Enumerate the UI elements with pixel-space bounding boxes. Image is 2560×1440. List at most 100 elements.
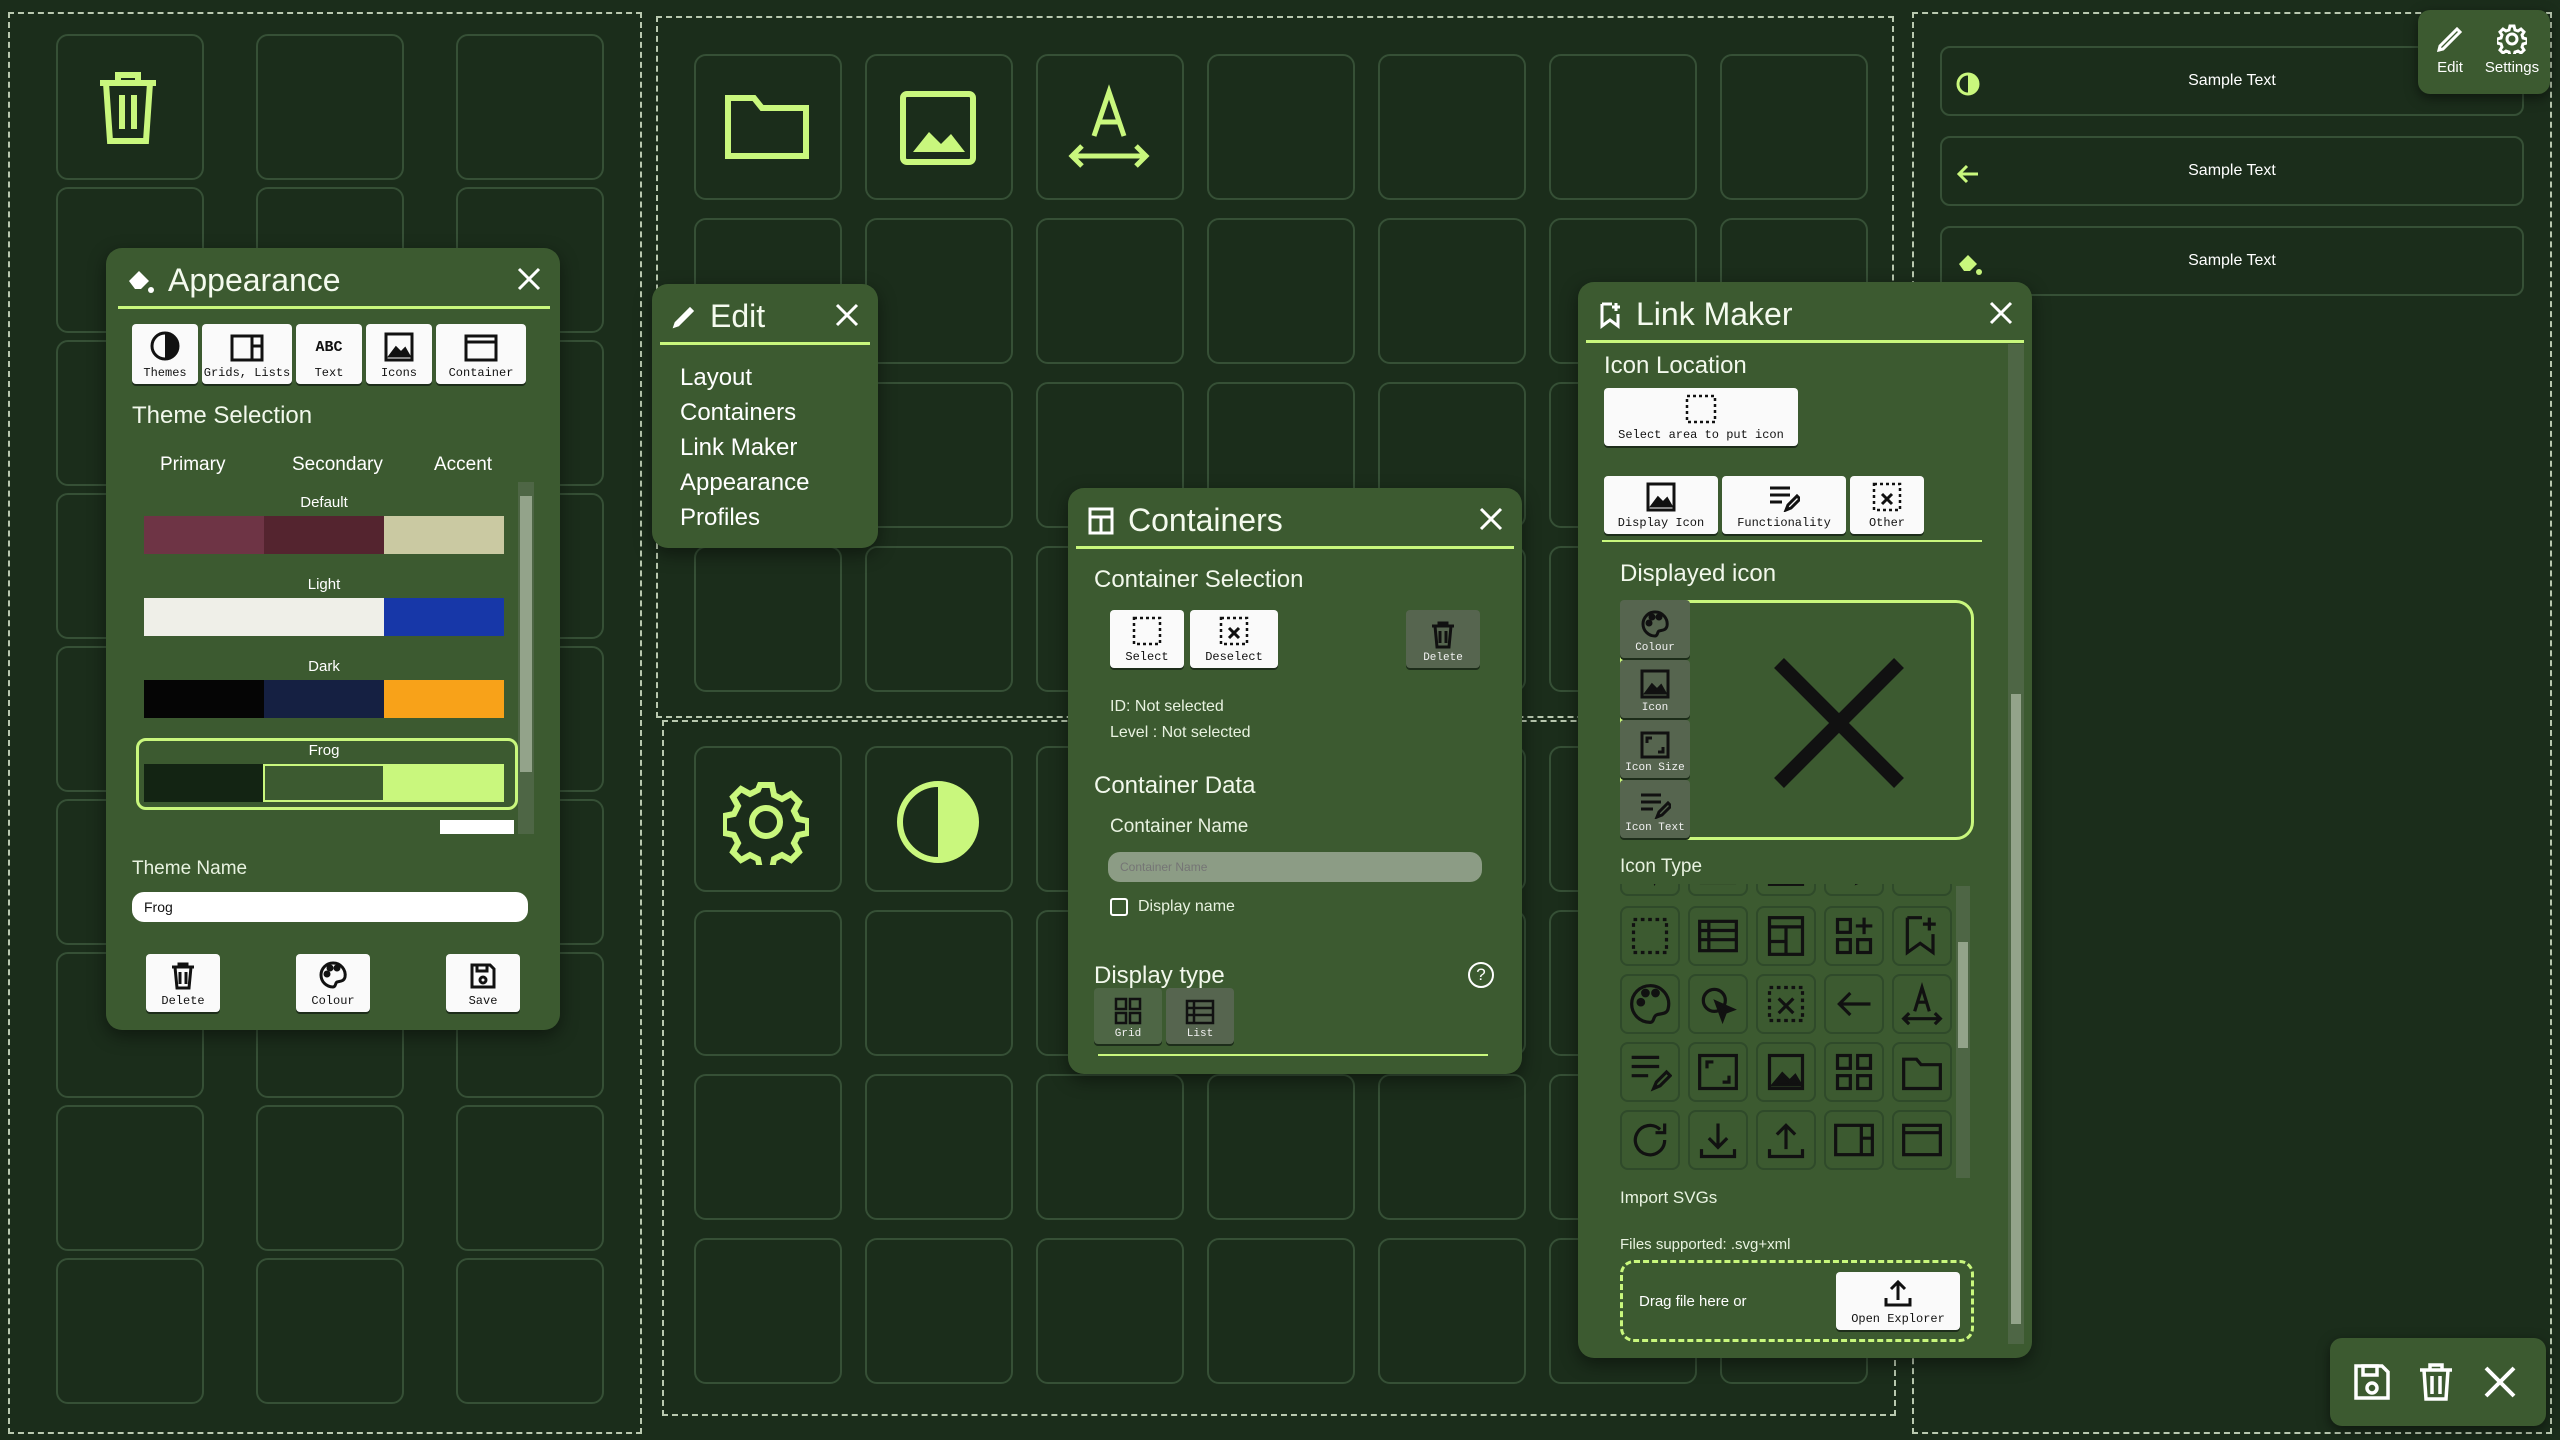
container-name-input[interactable] bbox=[1108, 852, 1482, 882]
tab-grids-lists[interactable]: Grids, Lists bbox=[202, 324, 292, 384]
window-icon bbox=[464, 334, 498, 362]
edit-button[interactable]: Edit bbox=[2428, 24, 2472, 76]
theme-list-scrollbar[interactable] bbox=[518, 482, 534, 834]
bookmark-add-icon-option[interactable] bbox=[1892, 906, 1952, 966]
trash-tile-icon[interactable] bbox=[92, 68, 164, 148]
image-tile-icon[interactable] bbox=[898, 88, 978, 168]
edit-text-icon-option[interactable] bbox=[1620, 1042, 1680, 1102]
grid-list-icon-option[interactable] bbox=[1824, 1110, 1884, 1170]
arrow-left-icon-option[interactable] bbox=[1824, 974, 1884, 1034]
tab-icons[interactable]: Icons bbox=[366, 324, 432, 384]
theme-dark[interactable] bbox=[144, 680, 504, 718]
image-icon-option[interactable] bbox=[1756, 1042, 1816, 1102]
menu-item-link-maker[interactable]: Link Maker bbox=[680, 430, 809, 465]
deselect-icon-option[interactable] bbox=[1756, 974, 1816, 1034]
gear-tile-icon[interactable] bbox=[722, 778, 810, 866]
pencil-icon bbox=[2436, 26, 2463, 53]
bottom-toolbar bbox=[2330, 1338, 2546, 1426]
tab-text[interactable]: ABC Text bbox=[296, 324, 362, 384]
list-icon-option[interactable] bbox=[1688, 906, 1748, 966]
theme-name: Dark bbox=[308, 658, 340, 675]
close-icon[interactable] bbox=[512, 262, 546, 296]
contrast-tile-icon[interactable] bbox=[894, 778, 982, 866]
save-theme-button[interactable]: Save bbox=[446, 954, 520, 1012]
download-icon-option[interactable] bbox=[1688, 1110, 1748, 1170]
grid-icon-option[interactable] bbox=[1824, 1042, 1884, 1102]
tab-label: Text bbox=[314, 366, 344, 380]
top-toolbar: Edit Settings bbox=[2418, 10, 2550, 94]
icon-option[interactable] bbox=[1892, 884, 1952, 896]
folder-icon-option[interactable] bbox=[1892, 1042, 1952, 1102]
folder-tile-icon[interactable] bbox=[724, 88, 810, 162]
section-heading: Container Selection bbox=[1094, 566, 1304, 593]
deselect-button[interactable]: Deselect bbox=[1190, 610, 1278, 668]
close-icon[interactable] bbox=[1984, 296, 2018, 330]
tab-display-icon[interactable]: Display Icon bbox=[1604, 476, 1718, 534]
close-icon[interactable] bbox=[830, 298, 864, 332]
icon-image-button[interactable]: Icon bbox=[1620, 660, 1690, 718]
icon-option[interactable] bbox=[1688, 884, 1748, 896]
tab-functionality[interactable]: Functionality bbox=[1722, 476, 1846, 534]
colour-theme-button[interactable]: Colour bbox=[296, 954, 370, 1012]
theme-name-input[interactable] bbox=[132, 892, 528, 922]
theme-frog[interactable] bbox=[144, 764, 505, 802]
delete-theme-button[interactable]: Delete bbox=[146, 954, 220, 1012]
text-size-icon-option[interactable] bbox=[1892, 974, 1952, 1034]
upload-icon-option[interactable] bbox=[1756, 1110, 1816, 1170]
close-icon[interactable] bbox=[1474, 502, 1508, 536]
icon-option[interactable] bbox=[1620, 884, 1680, 896]
button-label: Colour bbox=[1635, 642, 1675, 654]
trash-icon[interactable] bbox=[2416, 1362, 2456, 1407]
icon-grid-scrollbar[interactable] bbox=[1956, 886, 1970, 1178]
tab-other[interactable]: Other bbox=[1850, 476, 1924, 534]
icon-option[interactable] bbox=[1824, 884, 1884, 896]
resize-icon-option[interactable] bbox=[1688, 1042, 1748, 1102]
select-area-button[interactable]: Select area to put icon bbox=[1604, 388, 1798, 446]
display-name-checkbox[interactable] bbox=[1110, 898, 1128, 916]
palette-icon-option[interactable] bbox=[1620, 974, 1680, 1034]
menu-item-containers[interactable]: Containers bbox=[680, 395, 809, 430]
window-icon-option[interactable] bbox=[1892, 1110, 1952, 1170]
sample-row-2[interactable]: Sample Text bbox=[1940, 136, 2524, 206]
menu-item-layout[interactable]: Layout bbox=[680, 360, 809, 395]
link-maker-scrollbar[interactable] bbox=[2008, 344, 2024, 1344]
theme-default[interactable] bbox=[144, 516, 504, 554]
settings-button[interactable]: Settings bbox=[2480, 24, 2544, 76]
delete-container-button[interactable]: Delete bbox=[1406, 610, 1480, 668]
theme-light[interactable] bbox=[144, 598, 504, 636]
tab-container[interactable]: Container bbox=[436, 324, 526, 384]
container-icon-option[interactable] bbox=[1756, 906, 1816, 966]
menu-item-appearance[interactable]: Appearance bbox=[680, 465, 809, 500]
icon-type-heading: Icon Type bbox=[1620, 856, 1703, 877]
scroll-thumb[interactable] bbox=[520, 496, 532, 772]
theme-list-end-marker bbox=[440, 820, 514, 834]
save-icon[interactable] bbox=[2352, 1362, 2392, 1407]
open-explorer-button[interactable]: Open Explorer bbox=[1836, 1272, 1960, 1330]
scroll-thumb[interactable] bbox=[2011, 694, 2021, 1324]
icon-text-button[interactable]: Icon Text bbox=[1620, 780, 1690, 838]
appearance-tabs: Themes Grids, Lists ABC Text Icons Conta… bbox=[132, 324, 538, 384]
icon-type-grid bbox=[1620, 884, 1992, 1440]
cursor-icon-option[interactable] bbox=[1688, 974, 1748, 1034]
display-grid-button[interactable]: Grid bbox=[1094, 988, 1162, 1044]
text-size-tile-icon[interactable] bbox=[1066, 84, 1152, 170]
abc-icon: ABC bbox=[315, 339, 343, 356]
display-list-button[interactable]: List bbox=[1166, 988, 1234, 1044]
icon-colour-button[interactable]: Colour bbox=[1620, 600, 1690, 658]
appearance-panel: Appearance Themes Grids, Lists ABC Text … bbox=[106, 248, 560, 1030]
select-button[interactable]: Select bbox=[1110, 610, 1184, 668]
grid-add-icon-option[interactable] bbox=[1824, 906, 1884, 966]
sample-row-3[interactable]: Sample Text bbox=[1940, 226, 2524, 296]
title-underline bbox=[1586, 340, 2024, 343]
icon-size-button[interactable]: Icon Size bbox=[1620, 720, 1690, 778]
tab-themes[interactable]: Themes bbox=[132, 324, 198, 384]
close-icon[interactable] bbox=[2480, 1362, 2520, 1407]
scroll-thumb[interactable] bbox=[1958, 942, 1968, 1048]
help-icon[interactable]: ? bbox=[1468, 962, 1494, 988]
icon-option[interactable] bbox=[1756, 884, 1816, 896]
refresh-icon-option[interactable] bbox=[1620, 1110, 1680, 1170]
resize-icon bbox=[1640, 731, 1670, 759]
menu-item-profiles[interactable]: Profiles bbox=[680, 500, 809, 535]
section-underline bbox=[1098, 1054, 1488, 1056]
select-icon-option[interactable] bbox=[1620, 906, 1680, 966]
